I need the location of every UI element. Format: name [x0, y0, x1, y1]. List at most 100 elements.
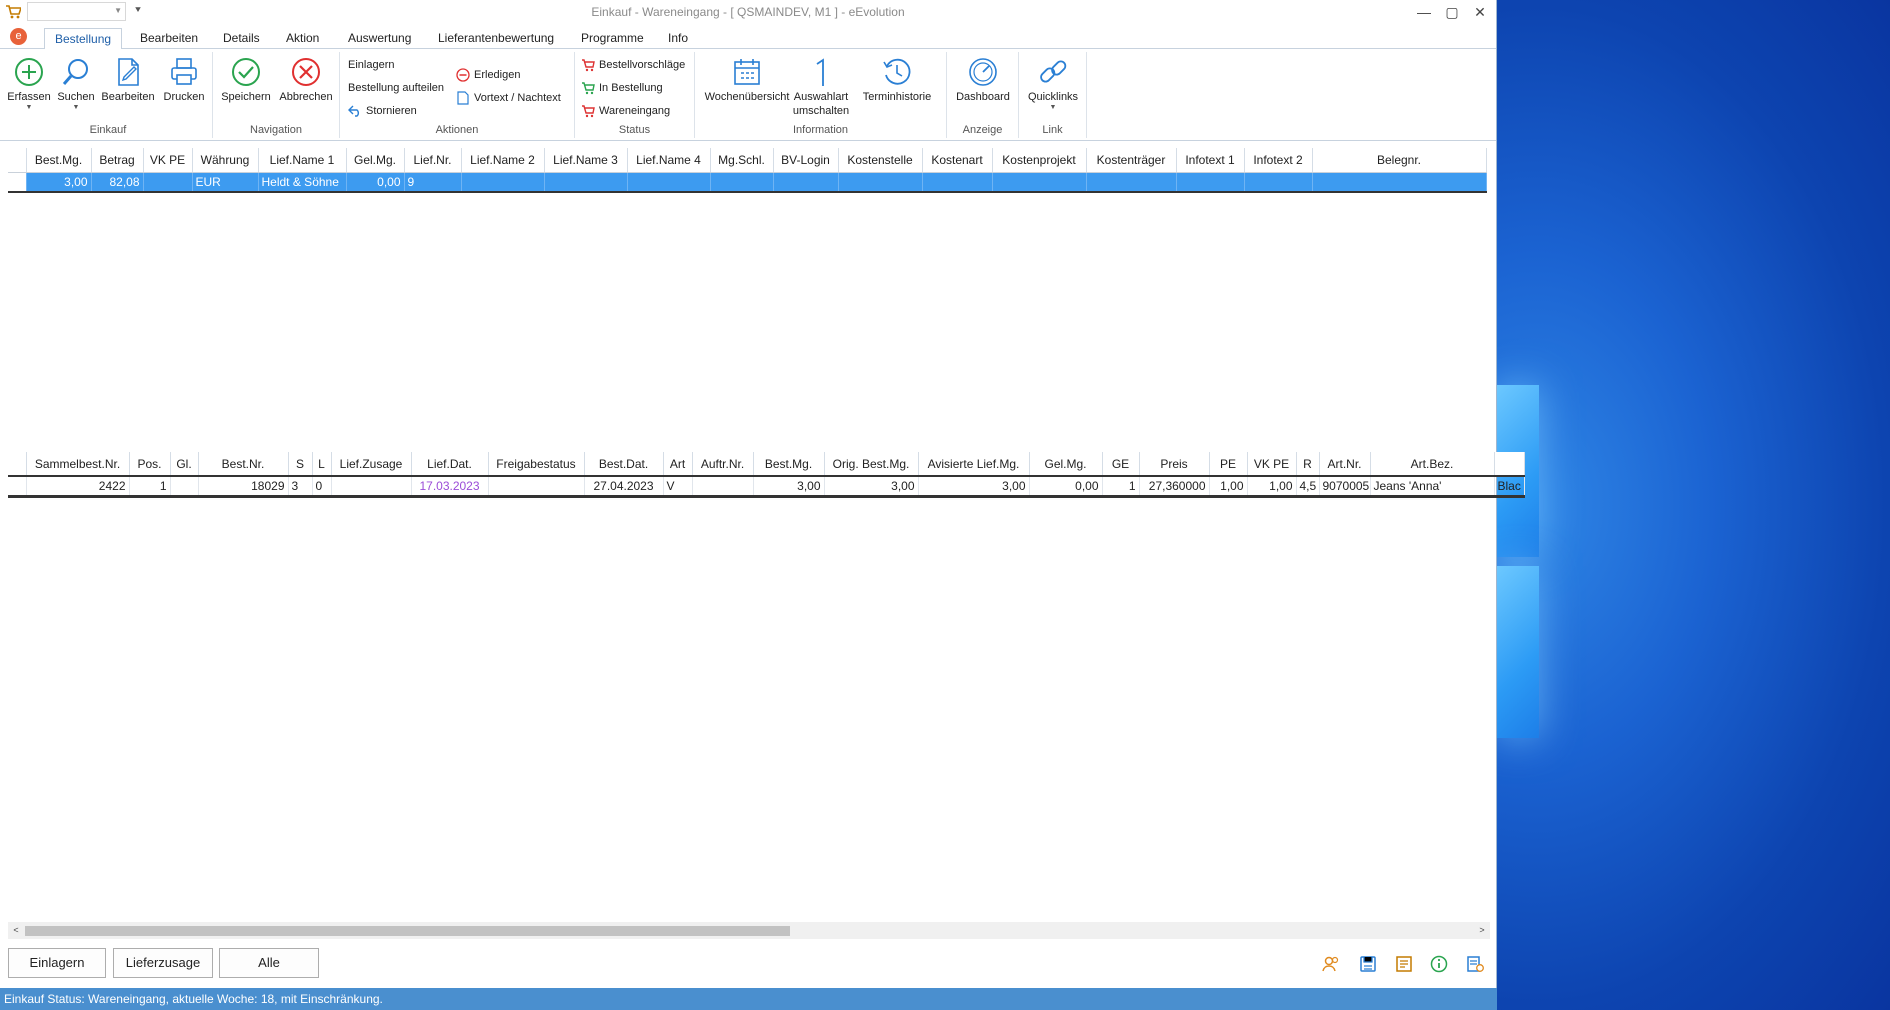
column-header[interactable]: Best.Nr. — [198, 452, 289, 477]
column-header[interactable]: Lief.Nr. — [404, 148, 462, 173]
table-cell[interactable] — [1244, 172, 1313, 192]
table-cell[interactable]: 3,00 — [26, 172, 92, 192]
table-cell[interactable] — [710, 172, 774, 192]
column-header[interactable]: BV-Login — [773, 148, 839, 173]
auswahlart-umschalten-button[interactable]: Auswahlart umschalten — [790, 54, 852, 118]
column-header[interactable]: Auftr.Nr. — [692, 452, 754, 477]
table-row[interactable]: 3,00 82,08 EUR Heldt & Söhne 0,00 9 — [8, 172, 1487, 192]
table-cell[interactable]: 1,00 — [1209, 475, 1248, 496]
table-cell[interactable] — [692, 475, 754, 496]
tab-info[interactable]: Info — [658, 28, 698, 50]
column-header[interactable]: Kostenstelle — [838, 148, 923, 173]
table-cell[interactable] — [143, 172, 193, 192]
speichern-button[interactable]: Speichern — [217, 54, 275, 104]
tab-aktion[interactable]: Aktion — [276, 28, 329, 50]
column-header[interactable]: Freigabestatus — [488, 452, 585, 477]
column-header[interactable]: Währung — [192, 148, 259, 173]
abbrechen-button[interactable]: Abbrechen — [275, 54, 337, 104]
contact-person-icon[interactable] — [1321, 954, 1341, 974]
column-header[interactable]: Mg.Schl. — [710, 148, 774, 173]
column-header[interactable]: Lief.Dat. — [411, 452, 489, 477]
table-cell[interactable]: 2422 — [26, 475, 130, 496]
vortext-nachtext-button[interactable]: Vortext / Nachtext — [456, 89, 561, 107]
table-cell[interactable] — [331, 475, 412, 496]
column-header[interactable]: Gl. — [170, 452, 199, 477]
dashboard-button[interactable]: Dashboard — [951, 54, 1015, 104]
scroll-right-icon[interactable]: > — [1474, 922, 1490, 939]
column-header[interactable]: Avisierte Lief.Mg. — [918, 452, 1030, 477]
info-icon[interactable] — [1429, 954, 1449, 974]
column-header[interactable]: Best.Mg. — [753, 452, 825, 477]
table-cell[interactable] — [488, 475, 585, 496]
table-cell[interactable]: V — [663, 475, 693, 496]
row-indicator[interactable] — [8, 475, 27, 496]
table-cell[interactable] — [1312, 172, 1487, 192]
in-bestellung-button[interactable]: In Bestellung — [581, 79, 663, 97]
table-cell[interactable] — [992, 172, 1087, 192]
erledigen-button[interactable]: Erledigen — [456, 66, 520, 84]
table-cell[interactable]: 82,08 — [91, 172, 144, 192]
column-header[interactable]: Infotext 2 — [1244, 148, 1313, 173]
column-header[interactable]: Belegnr. — [1312, 148, 1487, 173]
column-header[interactable]: Sammelbest.Nr. — [26, 452, 130, 477]
notes-icon[interactable] — [1394, 954, 1414, 974]
horizontal-scrollbar[interactable]: < > — [8, 922, 1490, 939]
column-header[interactable]: Art.Bez. — [1370, 452, 1495, 477]
tab-programme[interactable]: Programme — [571, 28, 654, 50]
bestellung-aufteilen-button[interactable]: Bestellung aufteilen — [348, 79, 444, 97]
stornieren-button[interactable]: Stornieren — [348, 102, 417, 120]
table-cell[interactable]: 3,00 — [918, 475, 1030, 496]
document-save-icon[interactable] — [1358, 954, 1378, 974]
table-cell[interactable]: 4,5 — [1296, 475, 1320, 496]
column-header[interactable]: Lief.Name 1 — [258, 148, 347, 173]
table-cell[interactable]: 0,00 — [1029, 475, 1103, 496]
table-cell[interactable]: 1 — [1102, 475, 1140, 496]
table-cell[interactable] — [1086, 172, 1177, 192]
document-info-icon[interactable] — [1465, 954, 1485, 974]
table-cell[interactable]: 27,360000 — [1139, 475, 1210, 496]
bestellvorschlaege-button[interactable]: Bestellvorschläge — [581, 56, 685, 74]
terminhistorie-button[interactable]: Terminhistorie — [852, 54, 942, 104]
column-header[interactable]: Kostenprojekt — [992, 148, 1087, 173]
table-cell[interactable]: 17.03.2023 — [411, 475, 489, 496]
table-cell[interactable]: Jeans 'Anna' — [1370, 475, 1495, 496]
table-cell[interactable] — [627, 172, 711, 192]
column-header[interactable]: Kostenträger — [1086, 148, 1177, 173]
column-header[interactable]: Gel.Mg. — [1029, 452, 1103, 477]
table-cell[interactable] — [922, 172, 993, 192]
table-cell[interactable]: 27.04.2023 — [584, 475, 664, 496]
table-cell[interactable]: 18029 — [198, 475, 289, 496]
column-header[interactable]: Gel.Mg. — [346, 148, 405, 173]
column-header[interactable] — [1494, 452, 1525, 477]
table-cell[interactable]: 3,00 — [753, 475, 825, 496]
table-cell[interactable] — [461, 172, 545, 192]
bearbeiten-button[interactable]: Bearbeiten — [98, 54, 158, 104]
row-indicator[interactable] — [8, 172, 27, 192]
column-header[interactable]: VK PE — [1247, 452, 1297, 477]
tab-bestellung[interactable]: Bestellung — [44, 28, 123, 50]
table-cell[interactable]: EUR — [192, 172, 259, 192]
column-header[interactable]: Kostenart — [922, 148, 993, 173]
close-button[interactable]: ✕ — [1466, 2, 1494, 22]
table-cell[interactable]: 1 — [129, 475, 171, 496]
scrollbar-thumb[interactable] — [25, 926, 790, 936]
table-cell[interactable] — [773, 172, 839, 192]
column-header[interactable]: Art.Nr. — [1319, 452, 1371, 477]
column-header[interactable]: Betrag — [91, 148, 144, 173]
column-header[interactable]: Orig. Best.Mg. — [824, 452, 919, 477]
wochenuebersicht-button[interactable]: Wochenübersicht — [704, 54, 790, 104]
alle-button[interactable]: Alle — [219, 948, 319, 978]
table-cell[interactable]: 9 — [404, 172, 462, 192]
column-header[interactable]: R — [1296, 452, 1320, 477]
column-header[interactable]: Lief.Name 2 — [461, 148, 545, 173]
maximize-button[interactable]: ▢ — [1438, 2, 1466, 22]
erfassen-button[interactable]: Erfassen ▼ — [4, 54, 54, 112]
column-header[interactable]: Lief.Name 3 — [544, 148, 628, 173]
table-cell[interactable]: Blac — [1494, 475, 1525, 496]
table-cell[interactable]: Heldt & Söhne — [258, 172, 347, 192]
column-header[interactable]: Pos. — [129, 452, 171, 477]
wareneingang-button[interactable]: Wareneingang — [581, 102, 670, 120]
column-header[interactable]: Lief.Zusage — [331, 452, 412, 477]
column-header[interactable]: Best.Mg. — [26, 148, 92, 173]
column-header[interactable]: PE — [1209, 452, 1248, 477]
